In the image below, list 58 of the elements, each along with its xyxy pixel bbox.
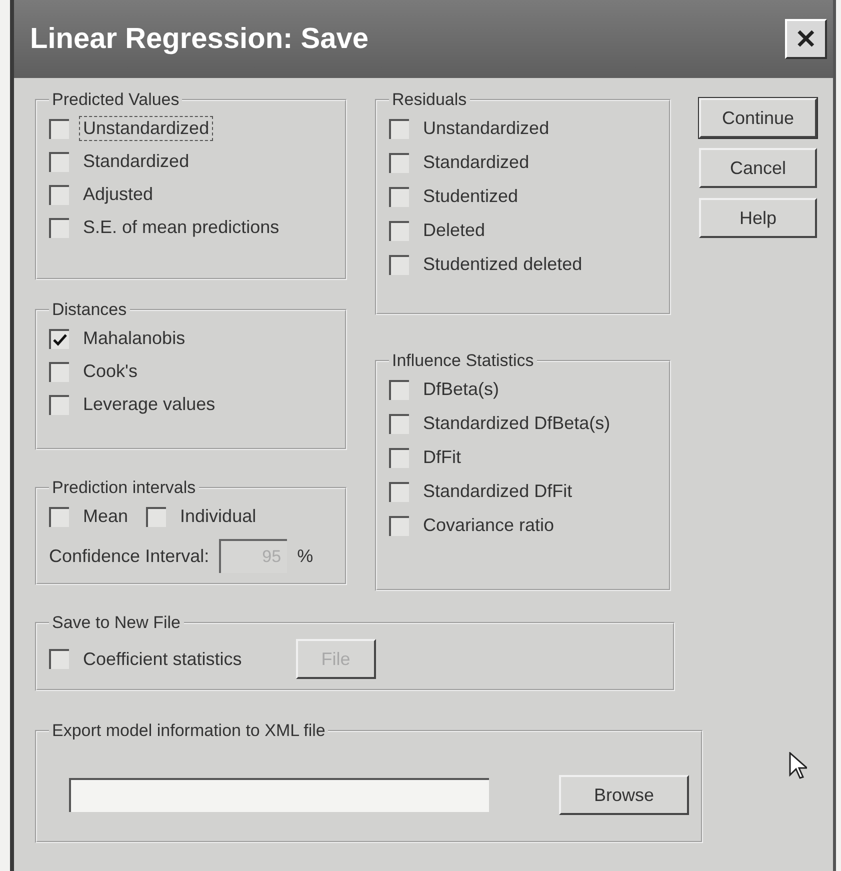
browse-button[interactable]: Browse: [559, 775, 689, 815]
checkbox[interactable]: [49, 394, 69, 414]
checkbox-label[interactable]: Standardized DfFit: [419, 479, 576, 504]
checkbox-label[interactable]: Adjusted: [79, 182, 158, 207]
checkbox[interactable]: [49, 506, 69, 526]
checkbox-label[interactable]: DfBeta(s): [419, 377, 504, 402]
close-button[interactable]: ✕: [785, 19, 827, 59]
checkbox[interactable]: [49, 218, 69, 238]
checkbox[interactable]: [49, 152, 69, 172]
checkbox[interactable]: [389, 380, 409, 400]
group-title: Predicted Values: [51, 90, 180, 110]
checkbox-label[interactable]: Cook's: [79, 359, 142, 384]
dialog-button[interactable]: Cancel: [699, 148, 817, 188]
checkbox-label[interactable]: Unstandardized: [419, 116, 554, 141]
checkbox-label[interactable]: Deleted: [419, 218, 490, 243]
checkbox[interactable]: [389, 414, 409, 434]
checkbox-label[interactable]: Standardized: [419, 150, 534, 175]
checkbox[interactable]: [389, 482, 409, 502]
group-title: Influence Statistics: [391, 351, 535, 371]
group-title: Prediction intervals: [51, 478, 197, 498]
checkbox[interactable]: [49, 328, 69, 348]
checkbox-label[interactable]: Leverage values: [79, 392, 220, 417]
checkbox[interactable]: [389, 448, 409, 468]
mouse-cursor-icon: [789, 752, 807, 780]
checkbox-label[interactable]: Mahalanobis: [79, 326, 190, 351]
file-path-field[interactable]: [69, 778, 489, 812]
checkbox[interactable]: [389, 254, 409, 274]
checkbox-label[interactable]: Unstandardized: [79, 116, 214, 141]
field-label: Confidence Interval:: [49, 546, 210, 566]
percent-sign: %: [297, 546, 314, 566]
checkbox[interactable]: [146, 506, 166, 526]
checkbox[interactable]: [49, 118, 69, 138]
group-title: Save to New File: [51, 613, 182, 633]
checkbox-label[interactable]: Studentized: [419, 184, 522, 209]
checkbox-label[interactable]: Covariance ratio: [419, 513, 558, 538]
checkbox[interactable]: [389, 118, 409, 138]
dialog-button[interactable]: Continue: [699, 98, 817, 138]
checkbox[interactable]: [389, 186, 409, 206]
checkbox[interactable]: [49, 362, 69, 382]
group-title: Distances: [51, 300, 128, 320]
checkbox-label[interactable]: DfFit: [419, 445, 465, 470]
group-title: Residuals: [391, 90, 468, 110]
checkbox-label[interactable]: Mean: [79, 504, 132, 529]
checkbox[interactable]: [389, 152, 409, 172]
check-icon: [53, 334, 67, 346]
checkbox-label[interactable]: S.E. of mean predictions: [79, 215, 284, 240]
checkbox-label[interactable]: Studentized deleted: [419, 252, 586, 277]
checkbox[interactable]: [49, 649, 69, 669]
checkbox[interactable]: [389, 516, 409, 536]
checkbox[interactable]: [389, 220, 409, 240]
window-title: Linear Regression: Save: [30, 22, 368, 56]
checkbox-label[interactable]: Individual: [176, 504, 260, 529]
checkbox-label[interactable]: Standardized: [79, 149, 194, 174]
group-title: Export model information to XML file: [51, 721, 326, 741]
checkbox-label[interactable]: Standardized DfBeta(s): [419, 411, 614, 436]
checkbox[interactable]: [49, 184, 69, 204]
dialog-button[interactable]: Help: [699, 198, 817, 238]
checkbox-label[interactable]: Coefficient statistics: [79, 646, 246, 672]
